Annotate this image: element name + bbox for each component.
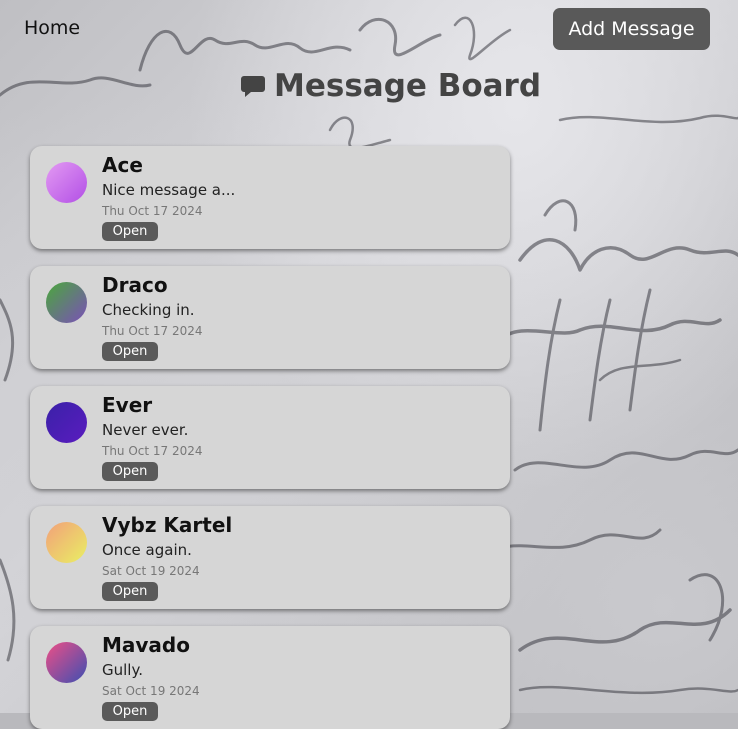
avatar [46,282,87,323]
message-author: Draco [102,273,168,297]
avatar [46,642,87,683]
message-author: Vybz Kartel [102,513,233,537]
avatar [46,162,87,203]
avatar [46,522,87,563]
open-message-button[interactable]: Open [102,342,158,361]
page-title-text: Message Board [274,68,542,104]
message-card: Ace Nice message a... Thu Oct 17 2024 Op… [30,146,510,249]
open-message-button[interactable]: Open [102,702,158,721]
open-message-button[interactable]: Open [102,222,158,241]
message-text: Once again. [102,541,192,559]
avatar [46,402,87,443]
message-date: Thu Oct 17 2024 [102,324,203,338]
message-date: Thu Oct 17 2024 [102,444,203,458]
message-author: Ever [102,393,153,417]
message-text: Never ever. [102,421,189,439]
speech-bubble-icon [240,73,266,99]
message-date: Sat Oct 19 2024 [102,684,200,698]
message-card: Ever Never ever. Thu Oct 17 2024 Open [30,386,510,489]
message-card: Vybz Kartel Once again. Sat Oct 19 2024 … [30,506,510,609]
message-card: Mavado Gully. Sat Oct 19 2024 Open [30,626,510,729]
message-author: Mavado [102,633,190,657]
message-text: Nice message a... [102,181,236,199]
home-link[interactable]: Home [24,17,80,39]
message-date: Thu Oct 17 2024 [102,204,203,218]
message-text: Checking in. [102,301,195,319]
open-message-button[interactable]: Open [102,462,158,481]
message-date: Sat Oct 19 2024 [102,564,200,578]
message-text: Gully. [102,661,143,679]
page-title: Message Board [240,66,541,106]
message-card: Draco Checking in. Thu Oct 17 2024 Open [30,266,510,369]
add-message-button[interactable]: Add Message [553,8,710,50]
message-author: Ace [102,153,143,177]
open-message-button[interactable]: Open [102,582,158,601]
